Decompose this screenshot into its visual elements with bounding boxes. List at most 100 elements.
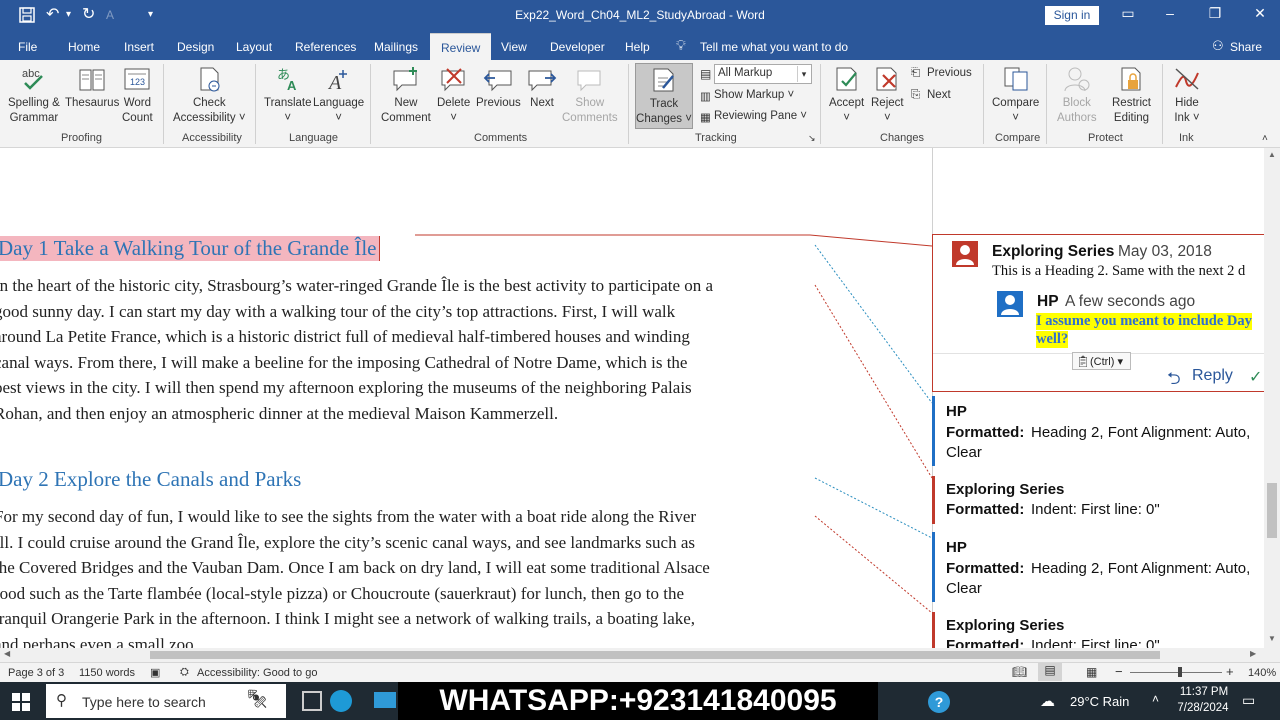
print-layout-icon[interactable]: ▤ [1038,663,1062,681]
change-connector [814,284,932,479]
tab-help[interactable]: Help [625,40,650,54]
avatar [997,291,1023,317]
show-markup-button[interactable]: Show Markup ˅ [714,89,794,101]
dialog-launcher-icon[interactable]: ↘ [808,133,816,144]
reply-text-line-2[interactable]: well? [1036,331,1069,348]
mail-icon[interactable] [374,692,396,708]
next-change-button[interactable]: Next [927,89,951,101]
chevron-up-icon[interactable]: ˄ [1152,692,1159,706]
tab-developer[interactable]: Developer [550,40,605,54]
horizontal-scrollbar[interactable]: ◀ ▶ [0,648,1280,662]
web-layout-icon[interactable]: ▦ [1086,665,1097,679]
share-icon: ⚇ [1212,38,1224,53]
comment-author: Exploring Series [992,243,1115,260]
tell-me-search[interactable]: Tell me what you want to do [700,40,848,54]
display-markup-icon: ▤ [700,67,712,81]
restrict-editing-button[interactable]: Restrict Editing [1112,65,1151,126]
hide-ink-button[interactable]: Hide Ink ˅ [1172,65,1202,126]
show-comments-button[interactable]: Show Comments [562,65,618,126]
reply-button[interactable]: Reply [1192,367,1233,385]
resolve-icon[interactable]: ✓ [1249,367,1262,387]
thesaurus-button[interactable]: Thesaurus [65,65,119,111]
group-label-tracking: Tracking [695,132,737,144]
zoom-slider-thumb[interactable] [1178,667,1182,677]
word-count[interactable]: 1150 words [79,667,135,679]
change-balloon[interactable]: Exploring Series Formatted: Indent: Firs… [932,476,1264,524]
balloon-label: Formatted: [946,424,1025,441]
tab-file[interactable]: File [18,40,37,54]
next-comment-icon [527,65,557,93]
tab-mailings[interactable]: Mailings [374,40,418,54]
change-balloon[interactable]: HP Formatted: Heading 2, Font Alignment:… [932,532,1264,602]
check-accessibility-button[interactable]: Check Accessibility ˅ [173,65,246,126]
zoom-in-icon[interactable]: + [1226,664,1234,679]
tab-insert[interactable]: Insert [124,40,154,54]
translate-button[interactable]: あA Translate ˅ [264,65,312,126]
zoom-slider[interactable] [1130,672,1222,673]
scroll-thumb[interactable] [1267,483,1277,538]
scroll-left-icon[interactable]: ◀ [4,649,10,658]
comment-thread[interactable]: Exploring Series May 03, 2018 This is a … [932,234,1264,392]
minimize-icon[interactable]: – [1160,5,1180,21]
collapse-ribbon-icon[interactable]: ˄ [1262,133,1268,144]
word-count-button[interactable]: 123 Word Count [122,65,153,126]
title-bar: ↶ ▾ ↻ A ▾ Exp22_Word_Ch04_ML2_StudyAbroa… [0,0,1280,32]
clock-time[interactable]: 11:37 PM [1176,686,1232,698]
reject-button[interactable]: Reject ˅ [871,65,904,126]
read-mode-icon[interactable]: 📖︎ [1012,665,1027,679]
reviewing-pane-button[interactable]: Reviewing Pane ˅ [714,110,807,122]
zoom-level[interactable]: 140% [1248,667,1276,679]
taskbar: ⚲ Type here to search 🍢︎ WHATSAPP:+92314… [0,682,1280,720]
spelling-grammar-button[interactable]: abc Spelling & Grammar [8,65,60,126]
scroll-up-icon[interactable]: ▲ [1268,150,1276,159]
share-button[interactable]: Share [1230,40,1262,54]
clock-date[interactable]: 7/28/2024 [1174,702,1232,714]
markup-select[interactable]: All Markup ▾ [714,64,812,84]
svg-text:A: A [287,78,297,93]
tab-layout[interactable]: Layout [236,40,272,54]
block-authors-button[interactable]: Block Authors [1057,65,1097,126]
edge-browser-icon[interactable] [330,690,352,712]
help-icon[interactable]: ? [928,691,950,713]
task-view-icon[interactable] [302,691,322,711]
sign-in-button[interactable]: Sign in [1045,6,1099,25]
taskbar-search-box[interactable]: ⚲ Type here to search 🍢︎ [46,684,286,718]
previous-comment-button[interactable]: Previous [476,65,521,111]
notifications-icon[interactable]: ▭ [1242,692,1255,709]
next-comment-button[interactable]: Next [527,65,557,111]
compare-button[interactable]: Compare ˅ [992,65,1039,126]
tab-home[interactable]: Home [68,40,100,54]
paste-options-button[interactable]: 📋︎(Ctrl) ▾ [1072,352,1131,370]
weather-text[interactable]: 29°C Rain [1070,694,1129,709]
food-skewer-icon: 🍢︎ [246,689,269,709]
scroll-thumb[interactable] [150,651,1160,659]
tab-view[interactable]: View [501,40,527,54]
language-button[interactable]: A Language ˅ [313,65,364,126]
tab-references[interactable]: References [295,40,356,54]
track-changes-button[interactable]: Track Changes ˅ [635,63,693,129]
change-balloon[interactable]: HP Formatted: Heading 2, Font Alignment:… [932,396,1264,466]
maximize-icon[interactable]: ❐ [1205,5,1225,22]
tab-design[interactable]: Design [177,40,214,54]
ribbon-display-icon[interactable]: ▭ [1118,5,1138,22]
tab-review[interactable]: Review [430,33,492,60]
change-balloon[interactable]: Exploring Series Formatted: Indent: Firs… [932,612,1264,648]
delete-comment-button[interactable]: Delete ˅ [437,65,470,126]
accept-button[interactable]: Accept ˅ [829,65,864,126]
proofing-status-icon[interactable]: ▣ [150,666,160,679]
divider [1162,64,1163,144]
reply-text-line-1[interactable]: I assume you meant to include Day [1036,313,1252,330]
accessibility-status[interactable]: Accessibility: Good to go [197,667,317,679]
chevron-down-icon[interactable]: ▾ [797,66,810,82]
windows-start-icon[interactable] [12,693,30,714]
group-label-compare: Compare [995,132,1041,144]
scroll-right-icon[interactable]: ▶ [1250,649,1256,658]
new-comment-button[interactable]: New Comment [381,65,431,126]
zoom-out-icon[interactable]: − [1115,664,1123,679]
close-icon[interactable]: ✕ [1250,5,1270,22]
scroll-down-icon[interactable]: ▼ [1268,634,1276,643]
previous-change-button[interactable]: Previous [927,67,972,79]
page-indicator[interactable]: Page 3 of 3 [8,667,64,679]
markup-connectors [415,234,932,614]
vertical-scrollbar[interactable]: ▲ ▼ [1264,148,1280,648]
